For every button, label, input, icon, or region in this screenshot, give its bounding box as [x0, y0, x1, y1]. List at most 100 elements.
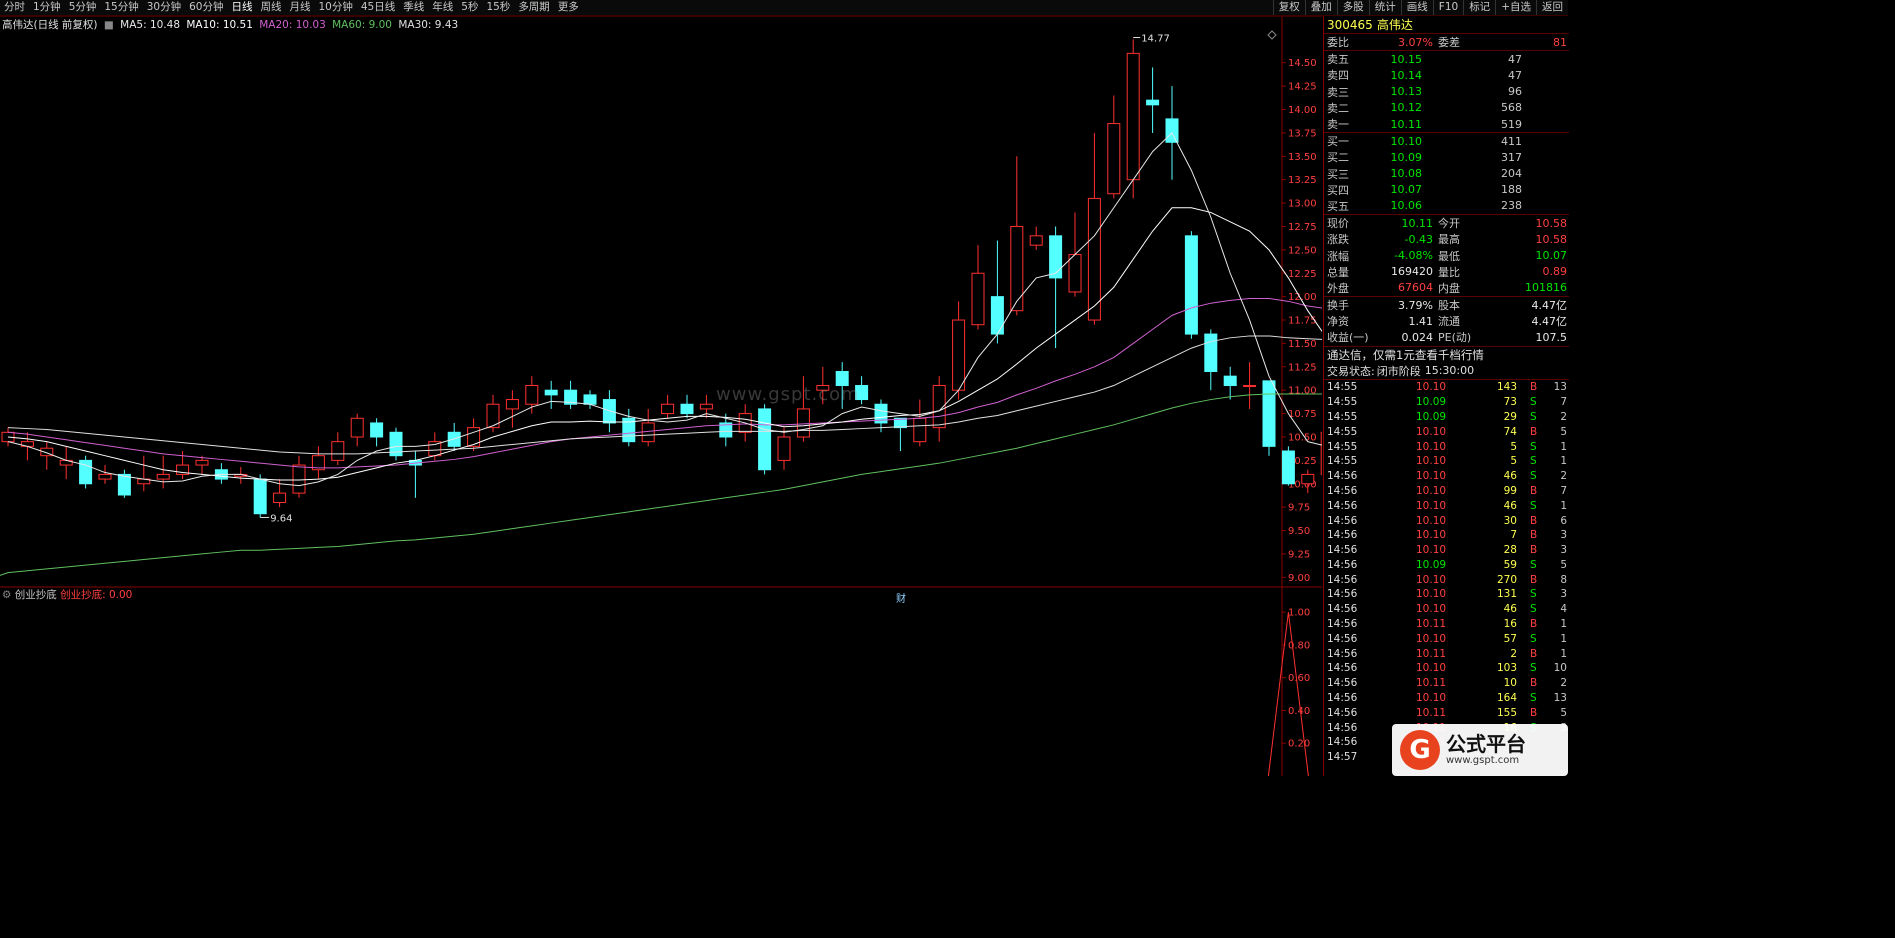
tick-volume: 103 [1496, 662, 1517, 675]
tick-side: B [1530, 573, 1538, 586]
period-tab-4[interactable]: 30分钟 [143, 0, 185, 15]
bids-volume: 238 [1501, 199, 1522, 213]
quote-header: 300465 高伟达 [1324, 16, 1569, 34]
tick-volume: 155 [1496, 706, 1517, 719]
tick-side: S [1530, 455, 1537, 468]
tool-button-6[interactable]: 标记 [1463, 0, 1495, 15]
period-tab-2[interactable]: 5分钟 [65, 0, 101, 15]
stat-label: 量比 [1438, 265, 1460, 279]
tick-side: S [1530, 662, 1537, 675]
y-tick-label: 13.00 [1288, 199, 1317, 210]
y-tick-label: 11.00 [1288, 386, 1317, 397]
tick-time: 14:56 [1327, 544, 1358, 557]
bids-volume: 411 [1501, 134, 1522, 148]
period-tab-7[interactable]: 周线 [257, 0, 286, 15]
period-tab-0[interactable]: 分时 [0, 0, 29, 15]
tick-volume: 131 [1496, 588, 1517, 601]
stat-label: 最低 [1438, 249, 1460, 263]
kline-svg[interactable]: 14.50 14.25 14.00 13.75 13.50 13.25 13.00 12.75… [0, 16, 1322, 776]
tick-row: 14:56 10.10 270 B 8 [1324, 572, 1569, 587]
candle-body [1281, 450, 1295, 485]
notice-row[interactable]: 通达信，仅需1元查看千档行情 [1324, 347, 1569, 363]
asks-label: 卖五 [1327, 53, 1349, 67]
tick-count: 10 [1553, 662, 1567, 675]
finance-marker[interactable]: 财 [896, 590, 906, 605]
tool-button-8[interactable]: 返回 [1536, 0, 1568, 15]
tool-button-3[interactable]: 统计 [1368, 0, 1401, 15]
bids-row: 买四 10.07 188 [1324, 182, 1569, 198]
tick-row: 14:55 10.09 73 S 7 [1324, 395, 1569, 410]
tick-row: 14:56 10.10 46 S 1 [1324, 498, 1569, 513]
indicator-settings-icon[interactable]: ⚙ [2, 589, 11, 601]
period-tabs: 分时 1分钟 5分钟 15分钟 30分钟 60分钟 日线 周线 月线 10分钟 45日线 季线 年线 5秒… [0, 0, 583, 15]
ma20-label: MA20: 10.03 [259, 19, 326, 31]
notice-text[interactable]: 通达信，仅需1元查看千档行情 [1324, 347, 1484, 363]
tick-row: 14:55 10.10 5 S 1 [1324, 439, 1569, 454]
fin-label: 股本 [1438, 299, 1460, 313]
tick-row: 14:55 10.10 5 S 1 [1324, 454, 1569, 469]
tick-side: B [1530, 544, 1538, 557]
tool-button-4[interactable]: 画线 [1400, 0, 1433, 15]
tick-row: 14:56 10.10 103 S 10 [1324, 661, 1569, 676]
tick-volume: 5 [1510, 440, 1517, 453]
tick-time: 14:56 [1327, 558, 1358, 571]
candle-body [98, 473, 112, 480]
period-tab-8[interactable]: 月线 [286, 0, 315, 15]
tick-time: 14:56 [1327, 632, 1358, 645]
tick-row: 14:56 10.10 164 S 13 [1324, 691, 1569, 706]
tool-button-2[interactable]: 多股 [1336, 0, 1369, 15]
period-tab-16[interactable]: 更多 [554, 0, 583, 15]
tool-button-5[interactable]: F10 [1432, 0, 1463, 15]
tick-side: B [1530, 647, 1538, 660]
period-tab-12[interactable]: 年线 [428, 0, 457, 15]
period-tab-9[interactable]: 10分钟 [315, 0, 357, 15]
period-tab-6[interactable]: 日线 [228, 0, 257, 15]
tick-price: 10.10 [1416, 588, 1447, 601]
candle-body [1262, 380, 1276, 447]
stat-row: 现价 10.11 今开 10.58 [1324, 215, 1569, 231]
period-tab-11[interactable]: 季线 [399, 0, 428, 15]
stat-row: 涨幅 -4.08% 最低 10.07 [1324, 247, 1569, 263]
candle-body [1068, 254, 1082, 293]
tool-button-0[interactable]: 复权 [1272, 0, 1305, 15]
y-tick-label: 11.25 [1288, 362, 1317, 373]
period-tab-10[interactable]: 45日线 [357, 0, 399, 15]
tool-button-1[interactable]: 叠加 [1304, 0, 1337, 15]
stat-value: 169420 [1391, 265, 1433, 279]
wc-label: 委差 [1438, 36, 1460, 50]
trade-status-time: 15:30:00 [1424, 364, 1475, 378]
logo-g-icon: G [1400, 730, 1440, 770]
tick-count: 8 [1560, 573, 1567, 586]
candle-body [1301, 473, 1315, 485]
tool-button-7[interactable]: +自选 [1495, 0, 1536, 15]
stat-label: 最高 [1438, 233, 1460, 247]
tick-side: S [1530, 470, 1537, 483]
indicator-name[interactable]: 创业抄底 [15, 589, 57, 601]
tick-count: 3 [1560, 588, 1567, 601]
tick-volume: 57 [1503, 632, 1517, 645]
period-tab-1[interactable]: 1分钟 [29, 0, 65, 15]
period-tab-3[interactable]: 15分钟 [100, 0, 142, 15]
kline-chart-area[interactable]: 14.50 14.25 14.00 13.75 13.50 13.25 13.00 12.75… [0, 16, 1322, 776]
asks-price: 10.14 [1390, 68, 1423, 82]
fin-value: 4.47亿 [1531, 315, 1568, 329]
stat-row: 涨跌 -0.43 最高 10.58 [1324, 231, 1569, 247]
y-tick-label: 9.00 [1288, 573, 1310, 584]
period-tab-15[interactable]: 多周期 [514, 0, 554, 15]
ind-tick-label: 0.60 [1288, 673, 1310, 684]
period-tab-14[interactable]: 15秒 [482, 0, 514, 15]
tick-volume: 2 [1510, 647, 1517, 660]
candle-body [1184, 235, 1198, 335]
candle-body [117, 473, 131, 496]
asks-volume: 47 [1508, 68, 1522, 82]
candle-body [952, 319, 966, 391]
tick-side: B [1530, 529, 1538, 542]
tick-count: 5 [1560, 558, 1567, 571]
bids-label: 买三 [1327, 167, 1349, 181]
period-tab-5[interactable]: 60分钟 [185, 0, 227, 15]
period-tab-13[interactable]: 5秒 [457, 0, 482, 15]
stat-label: 现价 [1327, 217, 1349, 231]
candle-body [1223, 375, 1237, 387]
ma30-label: MA30: 9.43 [398, 19, 459, 31]
tick-list[interactable]: 14:55 10.10 143 B 13 14:55 10.09 73 S 7 14:55 10.09… [1324, 380, 1569, 765]
